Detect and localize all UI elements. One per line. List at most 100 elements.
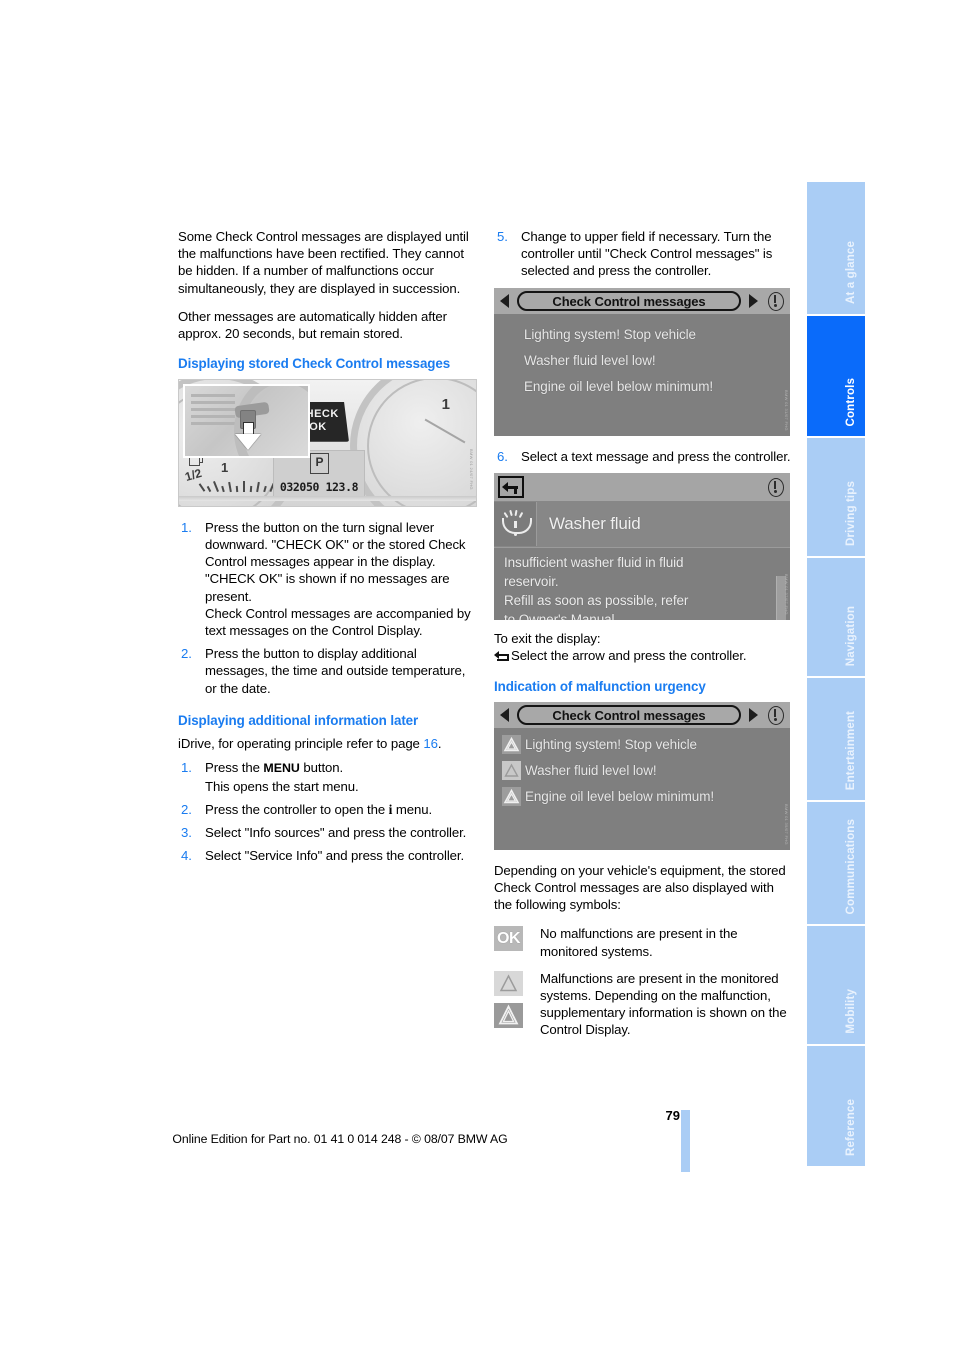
screen-title: Washer fluid xyxy=(549,513,641,533)
tab-label: Driving tips xyxy=(844,481,857,546)
intro-paragraph-2: Other messages are automatically hidden … xyxy=(178,308,447,342)
screen-title: Check Control messages xyxy=(517,704,741,725)
step-text: Select "Service Info" and press the cont… xyxy=(205,848,465,864)
legend-row: Malfunctions are present in the monitore… xyxy=(494,970,791,1039)
list-item[interactable]: Washer fluid level low! xyxy=(494,348,790,374)
step-number: 2. xyxy=(181,646,192,662)
ok-symbol-icon: OK xyxy=(494,926,523,952)
manual-page: Some Check Control messages are displaye… xyxy=(0,0,954,1350)
step-text-post: button. xyxy=(299,760,344,776)
info-speaker-icon[interactable] xyxy=(765,477,785,497)
back-arrow-icon[interactable] xyxy=(498,475,524,498)
warning-triangle-light-icon xyxy=(502,761,521,781)
step-item: 2. Press the controller to open the i me… xyxy=(178,801,475,818)
prev-arrow-icon[interactable] xyxy=(500,707,509,722)
step-item: 5. Change to upper field if necessary. T… xyxy=(494,228,791,280)
legend-row: OK No malfunctions are present in the mo… xyxy=(494,925,791,959)
instrument-cluster-figure: 1 1/2 100 1 CHECK OK xyxy=(178,378,477,507)
step-item: 1. Press the MENU button. This opens the… xyxy=(178,759,475,794)
tab-communications[interactable]: Communications xyxy=(807,802,865,924)
tab-controls[interactable]: Controls xyxy=(807,316,865,436)
idrive-ref-pre: iDrive, for operating principle refer to… xyxy=(178,736,424,752)
heading-displaying-stored: Displaying stored Check Control messages xyxy=(178,356,451,372)
step-text: "CHECK OK" is shown if no messages are p… xyxy=(205,571,450,604)
step-text: Press the MENU button. xyxy=(205,759,475,777)
tab-mobility[interactable]: Mobility xyxy=(807,926,865,1044)
screen-washer-fluid: Washer fluid Insufficient washer fluid i… xyxy=(494,472,790,620)
page-reference-link[interactable]: 16 xyxy=(423,736,438,751)
turn-signal-lever-inset xyxy=(183,383,310,458)
step-text: Check Control messages are accompanied b… xyxy=(205,605,471,638)
list-item[interactable]: Engine oil level below minimum! xyxy=(494,374,790,400)
symbol-legend: OK No malfunctions are present in the mo… xyxy=(494,925,791,1038)
screen-check-control-urgency: Check Control messages Lighting system! … xyxy=(494,701,790,850)
body-line: reservoir. xyxy=(504,573,559,589)
dashboard-vent xyxy=(191,393,235,397)
intro-paragraph-1: Some Check Control messages are displaye… xyxy=(178,229,469,296)
speed-label-1: 1 xyxy=(221,459,229,475)
step-text: Press the button on the turn signal leve… xyxy=(205,519,466,570)
spray-lines xyxy=(503,509,525,518)
tab-navigation[interactable]: Navigation xyxy=(807,558,865,676)
info-speaker-icon[interactable] xyxy=(765,291,785,311)
step-text: Press the button to display additional m… xyxy=(205,646,466,696)
info-speaker-icon[interactable] xyxy=(765,705,785,725)
page-number: 79 xyxy=(665,1108,680,1123)
symbols-intro-paragraph: Depending on your vehicle's equipment, t… xyxy=(494,862,786,913)
list-item[interactable]: Lighting system! Stop vehicle xyxy=(494,322,790,348)
step-number: 3. xyxy=(181,825,192,841)
tab-driving-tips[interactable]: Driving tips xyxy=(807,438,865,556)
list-item[interactable]: Engine oil level below minimum! xyxy=(494,784,790,810)
steps-continued-6: 6. Select a text message and press the c… xyxy=(494,448,791,465)
step-number: 4. xyxy=(181,848,192,864)
list-item[interactable]: Lighting system! Stop vehicle xyxy=(494,732,790,758)
tab-entertainment[interactable]: Entertainment xyxy=(807,678,865,800)
message-text: Washer fluid level low! xyxy=(524,353,656,369)
check-ok-line2: OK xyxy=(309,420,327,433)
exit-label-text: To exit the display: xyxy=(494,630,601,646)
step-text: Select a text message and press the cont… xyxy=(521,448,791,464)
tab-label: Communications xyxy=(844,818,857,914)
step-text-pre: Press the controller to open the xyxy=(205,801,389,817)
tab-label: Entertainment xyxy=(844,710,857,790)
menu-key-label: MENU xyxy=(263,761,300,776)
step-item: 1. Press the button on the turn signal l… xyxy=(178,519,475,639)
exit-display-label: To exit the display: xyxy=(494,630,791,647)
step-number: 1. xyxy=(181,760,192,776)
gauge-tick-scale xyxy=(198,476,275,492)
next-arrow-icon[interactable] xyxy=(749,707,758,722)
figure-credit: BMW 01 31/07 FHG xyxy=(784,389,789,431)
message-text: Engine oil level below minimum! xyxy=(524,379,713,395)
steps-displaying-stored: 1. Press the button on the turn signal l… xyxy=(178,519,475,697)
message-text: Lighting system! Stop vehicle xyxy=(525,737,697,753)
list-item[interactable]: Washer fluid level low! xyxy=(494,758,790,784)
step-text-post: menu. xyxy=(392,801,433,817)
screen-title: Check Control messages xyxy=(517,290,741,311)
screen-topbar: Check Control messages xyxy=(494,287,790,314)
tachometer-dial xyxy=(350,379,476,506)
warning-triangle-dark-icon xyxy=(502,735,521,755)
screen-topbar: Check Control messages xyxy=(494,701,790,728)
edition-line: Online Edition for Part no. 01 41 0 014 … xyxy=(172,1132,508,1146)
message-text: Washer fluid level low! xyxy=(525,763,657,779)
tab-at-a-glance[interactable]: At a glance xyxy=(807,182,865,314)
step-item: 2. Press the button to display additiona… xyxy=(178,645,475,697)
step-item: 3. Select "Info sources" and press the c… xyxy=(178,824,475,841)
prev-arrow-icon[interactable] xyxy=(500,293,509,308)
message-list: Lighting system! Stop vehicle Washer flu… xyxy=(494,727,790,810)
section-tab-rail: At a glance Controls Driving tips Naviga… xyxy=(807,182,865,1168)
heading-displaying-later: Displaying additional information later xyxy=(178,712,419,728)
warning-triangle-dark-icon xyxy=(502,787,521,807)
dial-inner-ring-right xyxy=(367,379,476,506)
tab-reference[interactable]: Reference xyxy=(807,1046,865,1166)
screen-topbar xyxy=(494,472,790,501)
figure-credit: BMW 01 24/07 FHG xyxy=(469,448,474,490)
tab-label: Controls xyxy=(844,377,857,426)
next-arrow-icon[interactable] xyxy=(749,293,758,308)
tab-label: At a glance xyxy=(844,241,857,304)
step-text: Press the controller to open the i menu. xyxy=(205,801,475,818)
figure-credit: BMW 01 39/07 FHG xyxy=(784,803,789,845)
washer-fluid-title-row: Washer fluid xyxy=(494,500,790,548)
left-column: Some Check Control messages are displaye… xyxy=(178,228,477,870)
steps-continued-5: 5. Change to upper field if necessary. T… xyxy=(494,228,791,280)
